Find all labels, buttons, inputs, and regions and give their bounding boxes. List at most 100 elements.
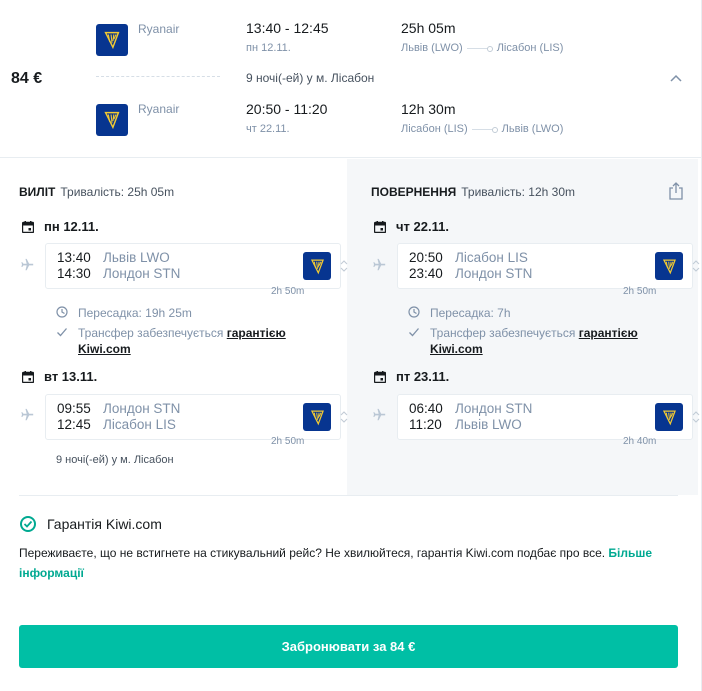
calendar-icon: [374, 370, 386, 383]
book-button[interactable]: Забронювати за 84 €: [19, 625, 678, 668]
return-label: ПОВЕРНЕННЯ: [371, 185, 457, 199]
flight-date: чт 22.11.: [246, 123, 290, 135]
ryanair-logo: [655, 252, 683, 280]
plane-icon: [21, 408, 34, 421]
flight-duration: 12h 30m: [401, 101, 456, 117]
route-to: Львів (LWO): [501, 123, 564, 135]
transfer-guarantee-info: Трансфер забезпечується гарантією Kiwi.co…: [56, 325, 306, 357]
transfer-guarantee-info: Трансфер забезпечується гарантією Kiwi.co…: [408, 325, 658, 357]
stay-divider: [96, 76, 220, 77]
segment-dep-place: Лісабон LIS: [455, 250, 528, 265]
guarantee-text: Переживаєте, що не встигнете на стикувал…: [19, 546, 609, 560]
stay-length: 9 ночі(-ей) у м. Лісабон: [246, 71, 375, 85]
calendar-icon: [22, 370, 34, 383]
sort-arrows-icon[interactable]: [340, 410, 348, 424]
segment-dep-place: Лондон STN: [103, 401, 181, 416]
segment-dep-time: 06:40: [409, 401, 443, 416]
segment-arr-time: 14:30: [57, 266, 91, 281]
segment-duration: 2h 40m: [623, 436, 657, 447]
sort-arrows-icon[interactable]: [340, 259, 348, 273]
day-label: пт 23.11.: [396, 369, 450, 384]
calendar-icon: [374, 220, 386, 233]
outbound-day1: пн 12.11.: [22, 219, 99, 234]
share-icon[interactable]: [668, 181, 684, 201]
carrier-name: Ryanair: [138, 22, 180, 36]
return-duration: Тривалість: 12h 30m: [461, 185, 575, 199]
outbound-duration: Тривалість: 25h 05m: [60, 185, 175, 199]
route-to: Лісабон (LIS): [496, 42, 564, 54]
flight-segment[interactable]: 20:50 Лісабон LIS 23:40 Лондон STN: [397, 243, 700, 289]
chevron-up-icon[interactable]: [670, 73, 682, 83]
return-day2: пт 23.11.: [374, 369, 449, 384]
day-label: чт 22.11.: [396, 219, 449, 234]
segment-arr-place: Лісабон LIS: [103, 417, 176, 432]
segment-arr-place: Лондон STN: [455, 266, 533, 281]
segment-dep-time: 13:40: [57, 250, 91, 265]
guarantee-description: Переживаєте, що не встигнете на стикувал…: [19, 543, 683, 583]
return-header: ПОВЕРНЕННЯ Тривалість: 12h 30m: [371, 185, 575, 199]
segment-arr-time: 12:45: [57, 417, 91, 432]
calendar-icon: [22, 220, 34, 233]
layover-info: Пересадка: 7h: [408, 305, 511, 321]
segment-arr-place: Львів LWO: [455, 417, 522, 432]
ryanair-logo: [96, 104, 128, 136]
segment-dep-place: Лондон STN: [455, 401, 533, 416]
check-icon: [57, 328, 67, 337]
segment-duration: 2h 50m: [271, 436, 305, 447]
flight-segment[interactable]: 13:40 Львів LWO 14:30 Лондон STN: [45, 243, 348, 289]
segment-dep-time: 20:50: [409, 250, 443, 265]
layover-text: Пересадка: 7h: [430, 306, 511, 320]
day-label: пн 12.11.: [44, 219, 99, 234]
trip-card: 84 € Ryanair 13:40 - 12:45 пн 12.11. 25h…: [0, 0, 702, 691]
shield-check-icon: [20, 516, 36, 532]
segment-arr-time: 11:20: [409, 417, 442, 432]
section-divider: [19, 495, 678, 496]
transfer-text: Трансфер забезпечується: [430, 326, 579, 340]
flight-segment[interactable]: 09:55 Лондон STN 12:45 Лісабон LIS: [45, 394, 348, 440]
route-arrow-icon: [466, 44, 493, 52]
flight-times: 20:50 - 11:20: [246, 101, 328, 117]
plane-icon: [373, 408, 386, 421]
kiwi-link[interactable]: Kiwi.com: [78, 342, 131, 356]
route-arrow-icon: [471, 125, 498, 133]
route-from: Львів (LWO): [401, 42, 463, 54]
guarantee-link[interactable]: гарантією: [227, 326, 286, 340]
sort-arrows-icon[interactable]: [692, 259, 700, 273]
transfer-text: Трансфер забезпечується: [78, 326, 227, 340]
clock-icon: [56, 306, 68, 318]
check-icon: [409, 328, 419, 337]
outbound-day2: вт 13.11.: [22, 369, 97, 384]
outbound-header: ВИЛІТ Тривалість: 25h 05m: [19, 185, 174, 199]
flight-date: пн 12.11.: [246, 42, 291, 54]
layover-info: Пересадка: 19h 25m: [56, 305, 192, 321]
layover-text: Пересадка: 19h 25m: [78, 306, 192, 320]
ryanair-logo: [303, 403, 331, 431]
outbound-label: ВИЛІТ: [19, 185, 56, 199]
segment-arr-time: 23:40: [409, 266, 443, 281]
ryanair-logo: [303, 252, 331, 280]
flight-route: Львів (LWO) Лісабон (LIS): [401, 42, 563, 54]
flight-times: 13:40 - 12:45: [246, 20, 329, 36]
segment-dep-place: Львів LWO: [103, 250, 170, 265]
route-from: Лісабон (LIS): [401, 123, 468, 135]
flight-route: Лісабон (LIS) Львів (LWO): [401, 123, 563, 135]
segment-duration: 2h 50m: [623, 286, 657, 297]
carrier-name: Ryanair: [138, 102, 180, 116]
sort-arrows-icon[interactable]: [692, 410, 700, 424]
stay-length: 9 ночі(-ей) у м. Лісабон: [56, 454, 174, 466]
segment-duration: 2h 50m: [271, 286, 305, 297]
guarantee-link[interactable]: гарантією: [579, 326, 638, 340]
ryanair-logo: [655, 403, 683, 431]
segment-dep-time: 09:55: [57, 401, 91, 416]
plane-icon: [373, 258, 386, 271]
ryanair-logo: [96, 24, 128, 56]
trip-price: 84 €: [11, 70, 43, 87]
segment-arr-place: Лондон STN: [103, 266, 181, 281]
trip-summary[interactable]: 84 € Ryanair 13:40 - 12:45 пн 12.11. 25h…: [0, 0, 702, 158]
kiwi-link[interactable]: Kiwi.com: [430, 342, 483, 356]
guarantee-title: Гарантія Kiwi.com: [47, 516, 162, 532]
plane-icon: [21, 258, 34, 271]
flight-duration: 25h 05m: [401, 20, 456, 36]
day-label: вт 13.11.: [44, 369, 98, 384]
flight-segment[interactable]: 06:40 Лондон STN 11:20 Львів LWO: [397, 394, 700, 440]
